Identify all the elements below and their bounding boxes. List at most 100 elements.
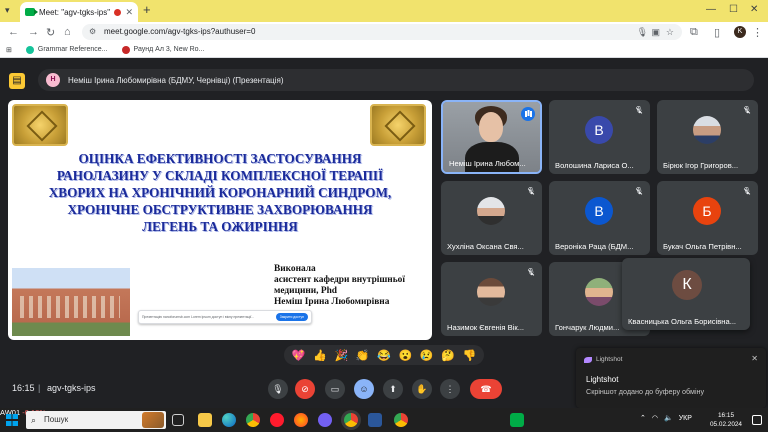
slide-title: ОЦІНКА ЕФЕКТИВНОСТІ ЗАСТОСУВАННЯ РАНОЛАЗ… xyxy=(48,151,392,234)
recording-indicator-icon xyxy=(114,8,122,16)
close-notification-icon[interactable]: ✕ xyxy=(751,354,758,363)
keyboard-language[interactable]: УКР xyxy=(679,415,692,422)
chrome-icon[interactable] xyxy=(246,413,260,427)
emoji-icon: ☺ xyxy=(359,384,369,394)
microphone-button[interactable]: 🎙 xyxy=(268,379,288,399)
close-tab-icon[interactable]: ✕ xyxy=(125,7,133,18)
notification-title: Lightshot xyxy=(586,375,619,384)
participant-tile[interactable]: 🎙 В Волошина Лариса О... xyxy=(549,100,650,174)
participant-tile[interactable]: 🎙 В Вероніка Раца (БДМ... xyxy=(549,181,650,255)
participant-tile[interactable]: Неміш Ірина Любом... xyxy=(441,100,542,174)
address-bar[interactable]: ⚙ meet.google.com/agv-tgks-ips?authuser=… xyxy=(82,24,682,40)
participant-tile[interactable]: 🎙 Назимок Євгенія Вік... xyxy=(441,262,542,336)
present-icon: ⬆ xyxy=(389,384,397,394)
minimize-window-button[interactable]: — xyxy=(706,4,716,15)
edge-icon[interactable] xyxy=(222,413,236,427)
participant-photo xyxy=(477,197,505,225)
profile-avatar[interactable]: K xyxy=(734,26,746,38)
windows-start-icon[interactable] xyxy=(6,414,18,426)
raise-hand-button[interactable]: ✋ xyxy=(412,379,432,399)
reaction-laugh-icon[interactable]: 😂 xyxy=(377,349,391,362)
participant-tile[interactable]: 🎙 Бірюк Ігор Григоров... xyxy=(657,100,758,174)
file-explorer-icon[interactable] xyxy=(198,413,212,427)
grammarly-icon xyxy=(25,45,34,54)
notification-message: Скріншот додано до буферу обміну xyxy=(586,387,705,396)
bookmark-site-icon xyxy=(121,45,130,54)
opera-icon[interactable] xyxy=(270,413,284,427)
stop-sharing-button[interactable]: Закрити доступ xyxy=(275,313,308,321)
reload-icon[interactable]: ↻ xyxy=(46,26,55,39)
slide-author: Виконала асистент кафедри внутрішньої ме… xyxy=(274,264,405,307)
wifi-icon[interactable]: ◠ xyxy=(652,414,658,422)
tab-search-icon[interactable]: ▾ xyxy=(5,5,10,16)
send-reaction-button[interactable]: ☺ xyxy=(354,379,374,399)
tray-chevron-icon[interactable]: ⌃ xyxy=(640,414,646,422)
reaction-thumbs-down-icon[interactable]: 👎 xyxy=(462,349,476,362)
system-notification[interactable]: Lightshot ✕ Lightshot Скріншот додано до… xyxy=(576,348,766,408)
microphone-icon: 🎙 xyxy=(272,384,284,394)
university-building-image xyxy=(12,268,130,336)
participant-name: Хухліна Оксана Свя... xyxy=(447,242,524,251)
camera-indicator-icon[interactable]: ▣ xyxy=(651,24,660,40)
chrome-active-icon[interactable] xyxy=(344,413,358,427)
leave-call-button[interactable]: ☎ xyxy=(470,379,502,399)
chrome-icon[interactable] xyxy=(394,413,408,427)
chrome-menu-icon[interactable]: ⋮ xyxy=(752,26,763,39)
participant-tile[interactable]: 🎙 Б Букач Ольга Петрівн... xyxy=(657,181,758,255)
reactions-bar: 💖 👍 🎉 👏 😂 😮 😢 🤔 👎 xyxy=(284,345,484,365)
firefox-icon[interactable] xyxy=(294,413,308,427)
mic-indicator-icon[interactable]: 🎙 xyxy=(637,24,648,40)
side-panel-icon[interactable]: ▯ xyxy=(714,26,720,39)
presenter-banner: Н Неміш Ірина Любомирівна (БДМУ, Чернівц… xyxy=(38,69,754,91)
task-view-icon[interactable] xyxy=(172,414,184,426)
viber-icon[interactable] xyxy=(318,413,332,427)
presentation-slide: ОЦІНКА ЕФЕКТИВНОСТІ ЗАСТОСУВАННЯ РАНОЛАЗ… xyxy=(8,100,432,340)
back-arrow-icon[interactable]: ← xyxy=(8,26,19,38)
presentation-icon[interactable]: ▤ xyxy=(9,73,25,89)
present-screen-button[interactable]: ⬆ xyxy=(383,379,403,399)
hand-icon: ✋ xyxy=(416,384,428,394)
reaction-thinking-icon[interactable]: 🤔 xyxy=(441,349,455,362)
taskbar-clock[interactable]: 16:15 05.02.2024 xyxy=(710,411,742,429)
apps-icon[interactable]: ⊞ xyxy=(6,46,12,54)
bookmark-grammar[interactable]: Grammar Reference... xyxy=(25,45,108,54)
meet-window: ▤ Н Неміш Ірина Любомирівна (БДМУ, Черні… xyxy=(0,58,768,408)
participant-name: Неміш Ірина Любом... xyxy=(449,159,526,168)
participant-name: Назимок Євгенія Вік... xyxy=(447,323,525,332)
forward-arrow-icon[interactable]: → xyxy=(28,26,39,38)
reaction-thumbs-up-icon[interactable]: 👍 xyxy=(313,349,327,362)
reaction-sad-icon[interactable]: 😢 xyxy=(420,349,434,362)
home-icon[interactable]: ⌂ xyxy=(64,26,71,38)
notification-center-icon[interactable] xyxy=(752,415,762,425)
presenter-avatar: Н xyxy=(46,73,60,87)
camera-off-button[interactable]: ⊘ xyxy=(295,379,315,399)
mic-off-icon: 🎙 xyxy=(525,186,537,198)
close-window-button[interactable]: ✕ xyxy=(750,4,758,15)
reaction-surprised-icon[interactable]: 😮 xyxy=(398,349,412,362)
more-options-button[interactable]: ⋮ xyxy=(440,379,460,399)
speaking-indicator-icon xyxy=(521,107,535,121)
maximize-window-button[interactable]: ☐ xyxy=(729,4,738,15)
browser-tab-meet[interactable]: Meet: "agv-tgks-ips" ✕ xyxy=(20,2,138,22)
meet-app-icon[interactable] xyxy=(510,413,524,427)
tab-title: Meet: "agv-tgks-ips" xyxy=(39,7,111,17)
extensions-icon[interactable]: ⧉ xyxy=(690,26,698,39)
participant-avatar: В xyxy=(585,197,613,225)
bookmark-round[interactable]: Раунд Ал 3, New Ro... xyxy=(121,45,204,54)
meet-favicon-icon xyxy=(25,8,38,16)
system-tray: ⌃ ◠ 🔈 УКР xyxy=(640,414,692,423)
participant-tile[interactable]: К Квасницька Ольга Борисівна... xyxy=(622,258,750,330)
word-icon[interactable] xyxy=(368,413,382,427)
mic-off-icon: 🎙 xyxy=(633,105,645,117)
site-info-icon[interactable]: ⚙ xyxy=(89,24,96,40)
new-tab-button[interactable]: + xyxy=(143,2,151,17)
reaction-heart-icon[interactable]: 💖 xyxy=(292,349,306,362)
reaction-clap-icon[interactable]: 👏 xyxy=(356,349,370,362)
participant-tile[interactable]: 🎙 Хухліна Оксана Свя... xyxy=(441,181,542,255)
taskbar-search-box[interactable]: ⌕ Пошук xyxy=(26,411,166,429)
bookmark-star-icon[interactable]: ☆ xyxy=(666,24,674,40)
captions-button[interactable]: ▭ xyxy=(325,379,345,399)
lightshot-icon xyxy=(584,356,592,363)
volume-icon[interactable]: 🔈 xyxy=(664,414,673,422)
reaction-party-icon[interactable]: 🎉 xyxy=(334,349,348,362)
